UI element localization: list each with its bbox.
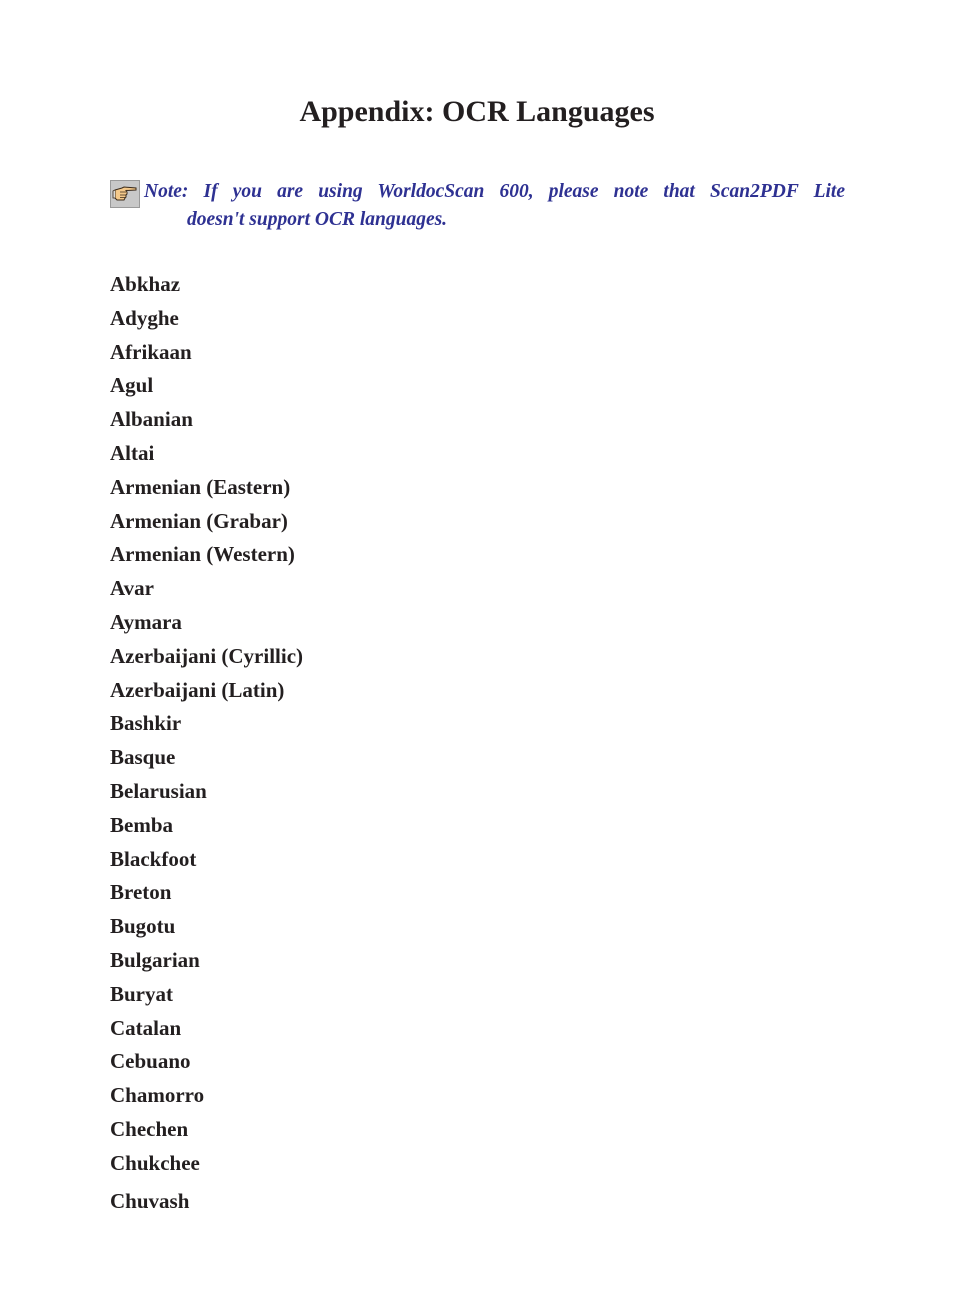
language-item: Agul <box>110 373 154 398</box>
language-item: Azerbaijani (Cyrillic) <box>110 643 304 668</box>
language-item: Chamorro <box>110 1083 205 1108</box>
language-item: Chukchee <box>110 1150 200 1175</box>
language-item: Basque <box>110 745 176 770</box>
language-item: Bulgarian <box>110 947 200 972</box>
language-item: Adyghe <box>110 305 179 330</box>
pointing-hand-icon <box>110 180 140 208</box>
language-item: Belarusian <box>110 778 207 803</box>
language-item: Cebuano <box>110 1049 191 1074</box>
language-item: Catalan <box>110 1015 182 1040</box>
language-item: Armenian (Western) <box>110 542 295 567</box>
page-title: Appendix: OCR Languages <box>299 95 655 128</box>
note-text-line-1: Note: If you are using WorldocScan 600, … <box>144 181 845 202</box>
language-item: Chuvash <box>110 1188 190 1213</box>
language-item: Altai <box>110 440 155 465</box>
language-item: Bemba <box>110 812 173 837</box>
language-item: Bugotu <box>110 914 176 939</box>
language-item: Breton <box>110 880 172 905</box>
language-item: Bashkir <box>110 711 182 736</box>
language-item: Buryat <box>110 981 173 1006</box>
language-item: Abkhaz <box>110 272 181 296</box>
language-item: Aymara <box>110 609 182 634</box>
language-item: Blackfoot <box>110 846 197 871</box>
language-item: Armenian (Eastern) <box>110 474 291 499</box>
note-text-line-2: doesn't support OCR languages. <box>187 209 448 230</box>
language-item: Afrikaan <box>110 339 192 364</box>
language-item: Albanian <box>110 407 193 432</box>
language-item: Armenian (Grabar) <box>110 508 288 533</box>
language-item: Chechen <box>110 1116 189 1141</box>
language-item: Avar <box>110 576 154 601</box>
language-list: Abkhaz Adyghe Afrikaan Agul Albanian Alt… <box>110 270 303 1220</box>
language-item: Azerbaijani (Latin) <box>110 677 285 702</box>
